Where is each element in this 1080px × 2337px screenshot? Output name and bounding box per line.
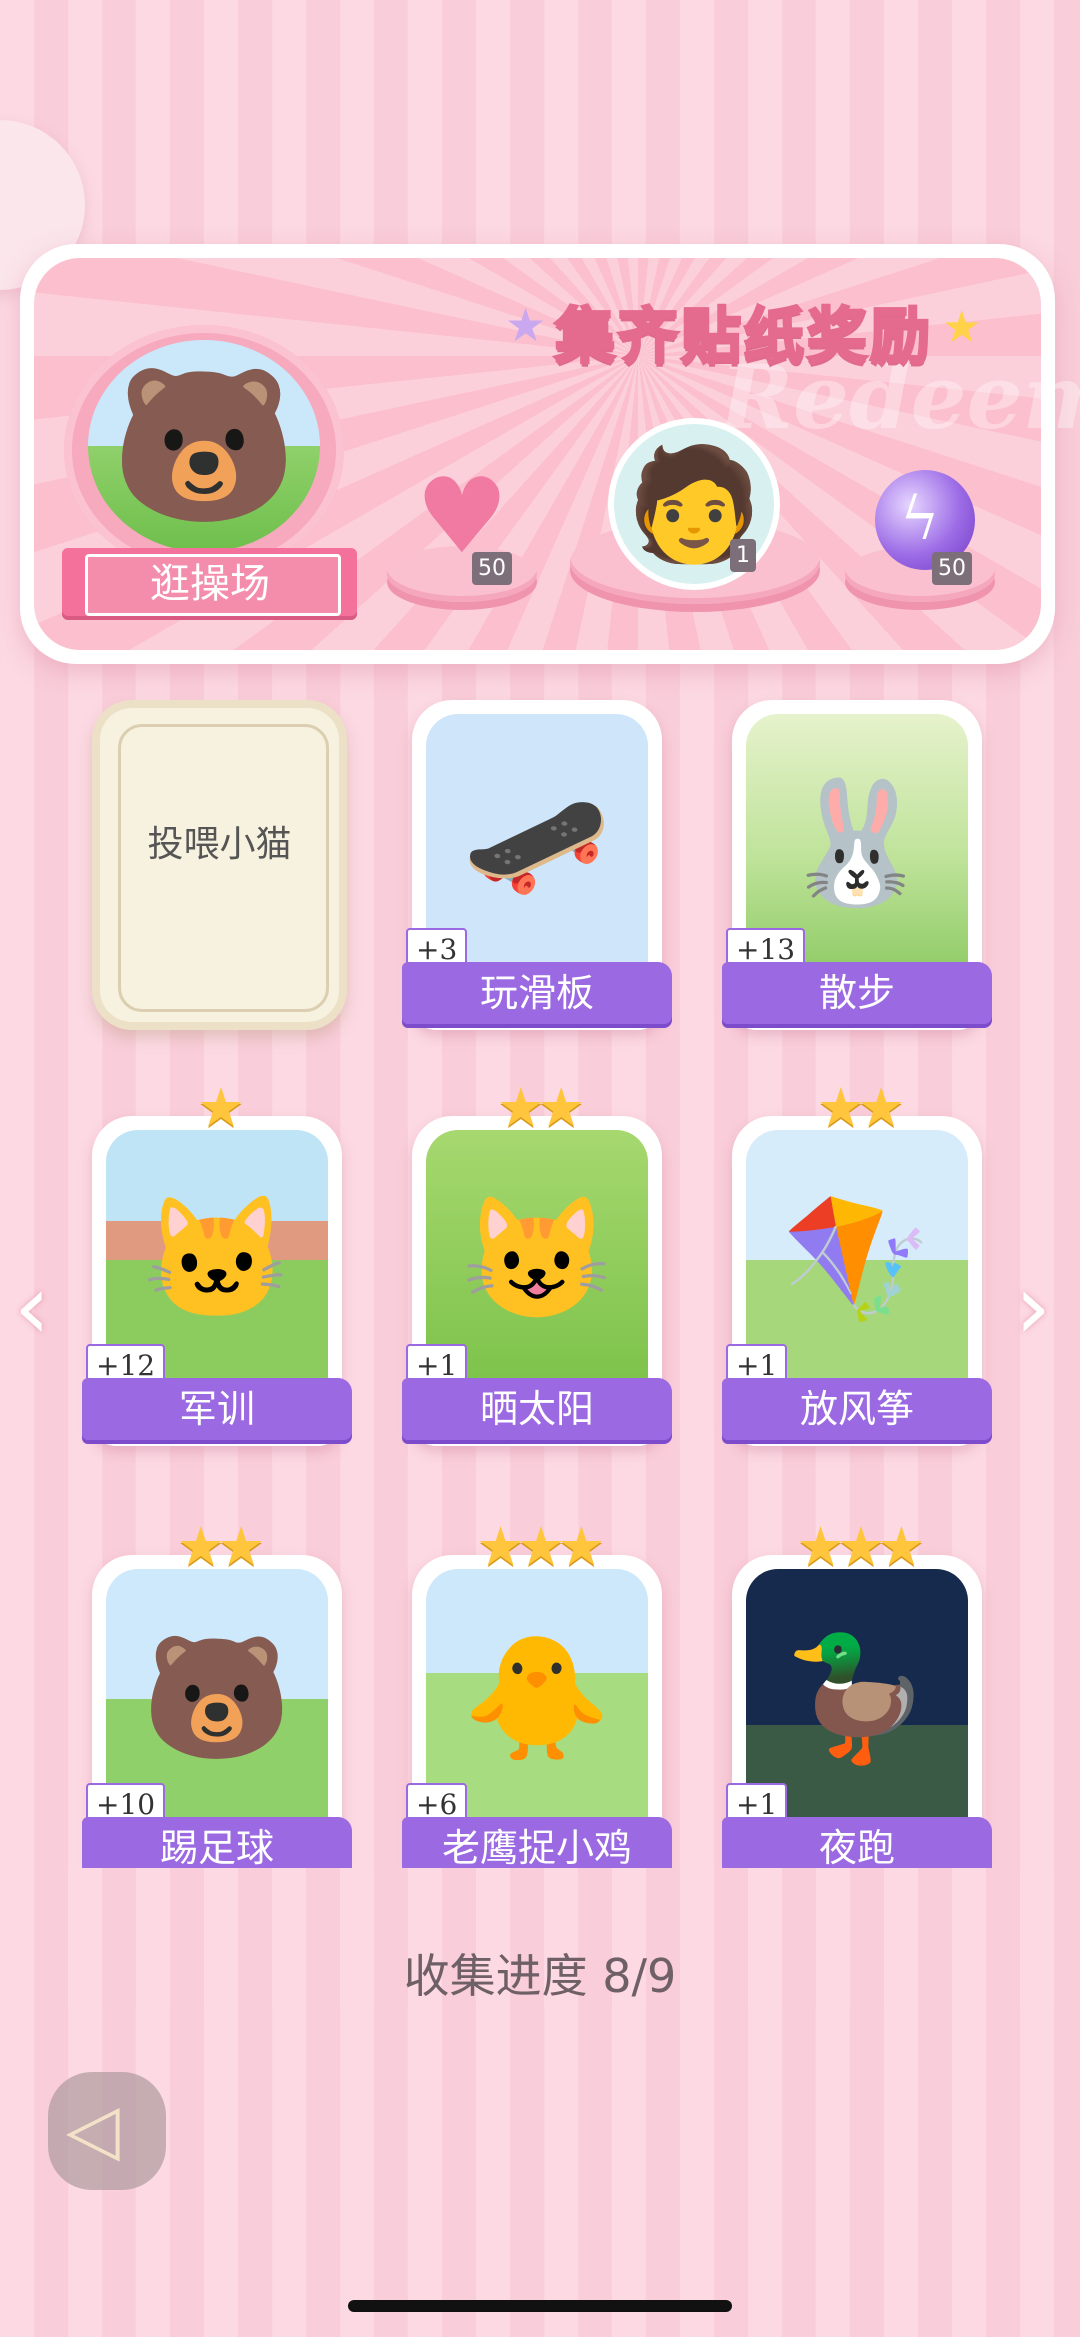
sticker-card[interactable]: 🛹 +3 玩滑板 <box>402 700 672 1030</box>
reward-count: 50 <box>472 552 512 585</box>
home-indicator <box>348 2300 732 2312</box>
sticker-card[interactable]: ★★ 🐻 +10 踢足球 <box>82 1515 352 1885</box>
star-icon: ★ <box>505 298 547 352</box>
star-icon: ★ <box>942 302 982 353</box>
card-label: 散步 <box>722 962 992 1024</box>
card-label: 晒太阳 <box>402 1378 672 1440</box>
current-sticker-label: 逛操场 <box>150 561 270 607</box>
card-label: 放风筝 <box>722 1378 992 1440</box>
sticker-card[interactable]: ★ 🐱 +12 军训 <box>82 1076 352 1446</box>
chevron-left-icon[interactable]: ‹ <box>14 1255 50 1360</box>
locked-card-border <box>118 724 329 1012</box>
sticker-card[interactable]: ★★ 😺 +1 晒太阳 <box>402 1076 672 1446</box>
soccer-bear-icon[interactable]: 🐻 <box>88 340 320 552</box>
sticker-card[interactable]: ★★★ 🐥 +6 老鹰捉小鸡 <box>402 1515 672 1885</box>
sticker-card[interactable]: ★★★ 🦆 +1 夜跑 <box>722 1515 992 1885</box>
card-label: 军训 <box>82 1378 352 1440</box>
pink-heart-gem-icon[interactable]: ♥ <box>412 464 512 568</box>
sticker-card[interactable]: ★★ 🪁 +1 放风筝 <box>722 1076 992 1446</box>
sticker-card[interactable]: 🐰 +13 散步 <box>722 700 992 1030</box>
card-label: 玩滑板 <box>402 962 672 1024</box>
card-label: 投喂小猫 <box>147 824 292 865</box>
collection-progress: 收集进度 8/9 <box>403 1949 677 2003</box>
reward-count: 50 <box>932 552 972 585</box>
lightning-icon: ϟ <box>900 484 940 554</box>
banner-title: 集齐贴纸奖励 <box>554 301 933 374</box>
chevron-right-icon[interactable]: › <box>1015 1255 1051 1360</box>
back-arrow-icon: ◁ <box>66 2088 120 2170</box>
reward-count: 1 <box>730 539 756 572</box>
